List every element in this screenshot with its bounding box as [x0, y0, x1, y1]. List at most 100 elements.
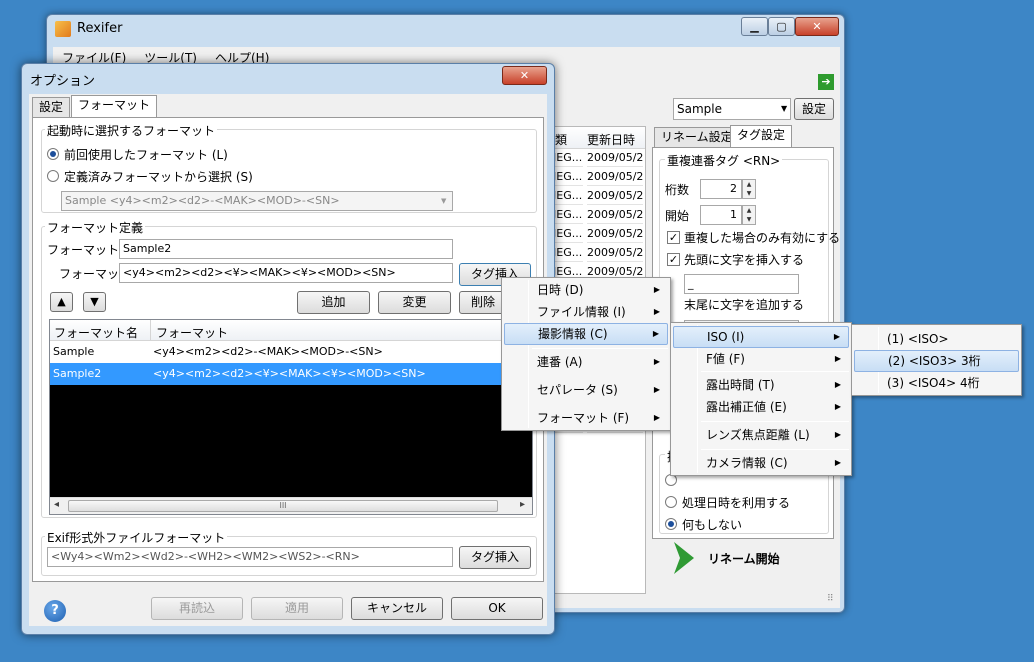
level2-menu-item[interactable]: 露出補正値 (E) ▶ — [673, 396, 849, 418]
apply-button[interactable]: 適用 — [251, 597, 343, 620]
format-name-input[interactable]: Sample2 — [119, 239, 453, 259]
format-list-row[interactable]: Sample2 <y4><m2><d2><¥><MAK><¥><MOD><SN> — [50, 363, 532, 385]
file-row-date[interactable]: 2009/05/2... — [587, 168, 643, 186]
dup-only-checkbox[interactable]: ✓ — [667, 231, 680, 244]
resize-grip[interactable]: ⠿ — [827, 594, 834, 604]
col-type-header[interactable]: 類 — [555, 131, 567, 148]
scroll-right-icon[interactable]: ▸ — [520, 499, 525, 510]
menu-separator — [532, 348, 668, 349]
format-list-row[interactable]: Sample <y4><m2><d2>-<MAK><MOD>-<SN> — [50, 341, 532, 363]
file-row-type[interactable]: JEG... — [553, 187, 583, 205]
move-down-button[interactable]: ▼ — [83, 292, 106, 312]
preset-select[interactable]: Sample — [673, 98, 791, 120]
file-row-type[interactable]: JEG... — [553, 244, 583, 262]
prefix-label: 先頭に文字を挿入する — [684, 253, 805, 267]
level3-menu-item-label: (2) <ISO3> 3桁 — [888, 354, 981, 368]
start-spinner[interactable]: ▲ ▼ — [742, 205, 756, 225]
rename-start-icon[interactable] — [672, 542, 696, 574]
radio-proc-time[interactable] — [665, 496, 677, 508]
digits-label: 桁数 — [665, 183, 690, 197]
exif-format-input[interactable]: <Wy4><Wm2><Wd2>-<WH2><WM2><WS2>-<RN> — [47, 547, 453, 567]
level3-menu-item[interactable]: (3) <ISO4> 4桁 — [854, 372, 1019, 394]
dialog-close-button[interactable]: ✕ — [502, 66, 547, 85]
ok-button[interactable]: OK — [451, 597, 543, 620]
file-row-type[interactable]: JEG... — [553, 206, 583, 224]
start-label: 開始 — [665, 209, 690, 223]
file-row-type[interactable]: JEG... — [553, 168, 583, 186]
file-row-date[interactable]: 2009/05/2... — [587, 244, 643, 262]
prefix-input[interactable]: _ — [684, 274, 799, 294]
reload-button[interactable]: 再読込 — [151, 597, 243, 620]
preset-settings-button[interactable]: 設定 — [794, 98, 834, 120]
col-date-header[interactable]: 更新日時 — [587, 131, 635, 148]
level1-menu-item-label: フォーマット (F) — [537, 411, 630, 425]
level2-menu-item[interactable]: ISO (I) ▶ — [673, 326, 849, 348]
exif-group-title: Exif形式外ファイルフォーマット — [45, 529, 228, 546]
digits-spinner[interactable]: ▲ ▼ — [742, 179, 756, 199]
level3-menu-item[interactable]: (1) <ISO> — [854, 328, 1019, 350]
level2-menu-item-label: カメラ情報 (C) — [706, 456, 788, 470]
level1-menu-item[interactable]: 連番 (A) ▶ — [504, 351, 668, 373]
file-row-type[interactable]: JEG... — [553, 225, 583, 243]
options-dialog: オプション ✕ 設定 フォーマット 起動時に選択するフォーマット 前回使用したフ… — [21, 63, 555, 635]
horizontal-scrollbar[interactable]: ◂ III ▸ — [50, 497, 532, 514]
menu-separator — [701, 421, 849, 422]
level1-menu-item[interactable]: セパレータ (S) ▶ — [504, 379, 668, 401]
level1-menu-item-label: 日時 (D) — [537, 283, 584, 297]
file-row-date[interactable]: 2009/05/2... — [587, 187, 643, 205]
col-format-header[interactable]: フォーマット — [156, 324, 228, 341]
file-row-date[interactable]: 2009/05/2... — [587, 206, 643, 224]
go-arrow-icon[interactable]: ➔ — [818, 74, 834, 90]
help-icon[interactable]: ? — [44, 600, 66, 622]
suffix-label: 末尾に文字を追加する — [684, 298, 805, 312]
exif-insert-tag-button[interactable]: タグ挿入 — [459, 546, 531, 569]
maximize-button[interactable]: ▢ — [768, 17, 795, 36]
minimize-button[interactable]: ▁ — [741, 17, 768, 36]
submenu-arrow-icon: ▶ — [653, 385, 660, 394]
nothing-label: 何もしない — [682, 518, 743, 532]
level2-menu-item[interactable]: カメラ情報 (C) ▶ — [673, 452, 849, 474]
file-row-type[interactable]: JEG... — [553, 149, 583, 167]
radio-select-defined[interactable] — [47, 170, 59, 182]
insert-tag-menu: 日時 (D) ▶ ファイル情報 (I) ▶ 撮影情報 (C) ▶ 連番 (A) ▶ セパレータ … — [501, 277, 671, 431]
level1-menu-item[interactable]: ファイル情報 (I) ▶ — [504, 301, 668, 323]
level2-menu-item[interactable]: F値 (F) ▶ — [673, 348, 849, 370]
cancel-button[interactable]: キャンセル — [351, 597, 443, 620]
tab-tag-settings[interactable]: タグ設定 — [730, 125, 793, 148]
change-button[interactable]: 変更 — [378, 291, 451, 314]
defined-format-select[interactable]: Sample <y4><m2><d2>-<MAK><MOD>-<SN> — [61, 191, 453, 211]
col-format-name-header[interactable]: フォーマット名 — [54, 324, 138, 341]
start-input[interactable]: 1 — [700, 205, 742, 225]
level1-menu-item[interactable]: フォーマット (F) ▶ — [504, 407, 668, 429]
level2-menu-item[interactable]: 露出時間 (T) ▶ — [673, 374, 849, 396]
file-row-date[interactable]: 2009/05/2... — [587, 225, 643, 243]
tab-format[interactable]: フォーマット — [71, 95, 158, 118]
format-input[interactable]: <y4><m2><d2><¥><MAK><¥><MOD><SN> — [119, 263, 453, 283]
prefix-checkbox[interactable]: ✓ — [667, 253, 680, 266]
radio-nothing[interactable] — [665, 518, 677, 530]
tab-settings[interactable]: 設定 — [32, 97, 71, 118]
scroll-left-icon[interactable]: ◂ — [54, 499, 59, 510]
file-row-date[interactable]: 2009/05/2... — [587, 149, 643, 167]
close-button[interactable]: ✕ — [795, 17, 839, 36]
level2-menu-item-label: 露出補正値 (E) — [706, 400, 787, 414]
iso-submenu: (1) <ISO> (2) <ISO3> 3桁 (3) <ISO4> 4桁 — [851, 324, 1022, 396]
add-button[interactable]: 追加 — [297, 291, 370, 314]
format-list[interactable]: フォーマット名 フォーマット Sample <y4><m2><d2>-<MAK><… — [49, 319, 533, 515]
format-list-header: フォーマット名 フォーマット — [50, 320, 532, 341]
rename-start-button[interactable]: リネーム開始 — [708, 552, 780, 566]
dup-only-label: 重複した場合のみ有効にする — [684, 231, 841, 245]
level2-menu-item-label: F値 (F) — [706, 352, 745, 366]
level1-menu-item-label: セパレータ (S) — [537, 383, 618, 397]
delete-button[interactable]: 削除 — [459, 291, 507, 314]
move-up-button[interactable]: ▲ — [50, 292, 73, 312]
tab-rename-settings[interactable]: リネーム設定 — [654, 127, 740, 148]
level1-menu-item[interactable]: 撮影情報 (C) ▶ — [504, 323, 668, 345]
level2-menu-item[interactable]: レンズ焦点距離 (L) ▶ — [673, 424, 849, 446]
radio-last-used[interactable] — [47, 148, 59, 160]
digits-input[interactable]: 2 — [700, 179, 742, 199]
dialog-title: オプション — [30, 74, 96, 89]
level1-menu-item[interactable]: 日時 (D) ▶ — [504, 279, 668, 301]
level3-menu-item[interactable]: (2) <ISO3> 3桁 — [854, 350, 1019, 372]
scroll-thumb[interactable]: III — [68, 500, 498, 512]
